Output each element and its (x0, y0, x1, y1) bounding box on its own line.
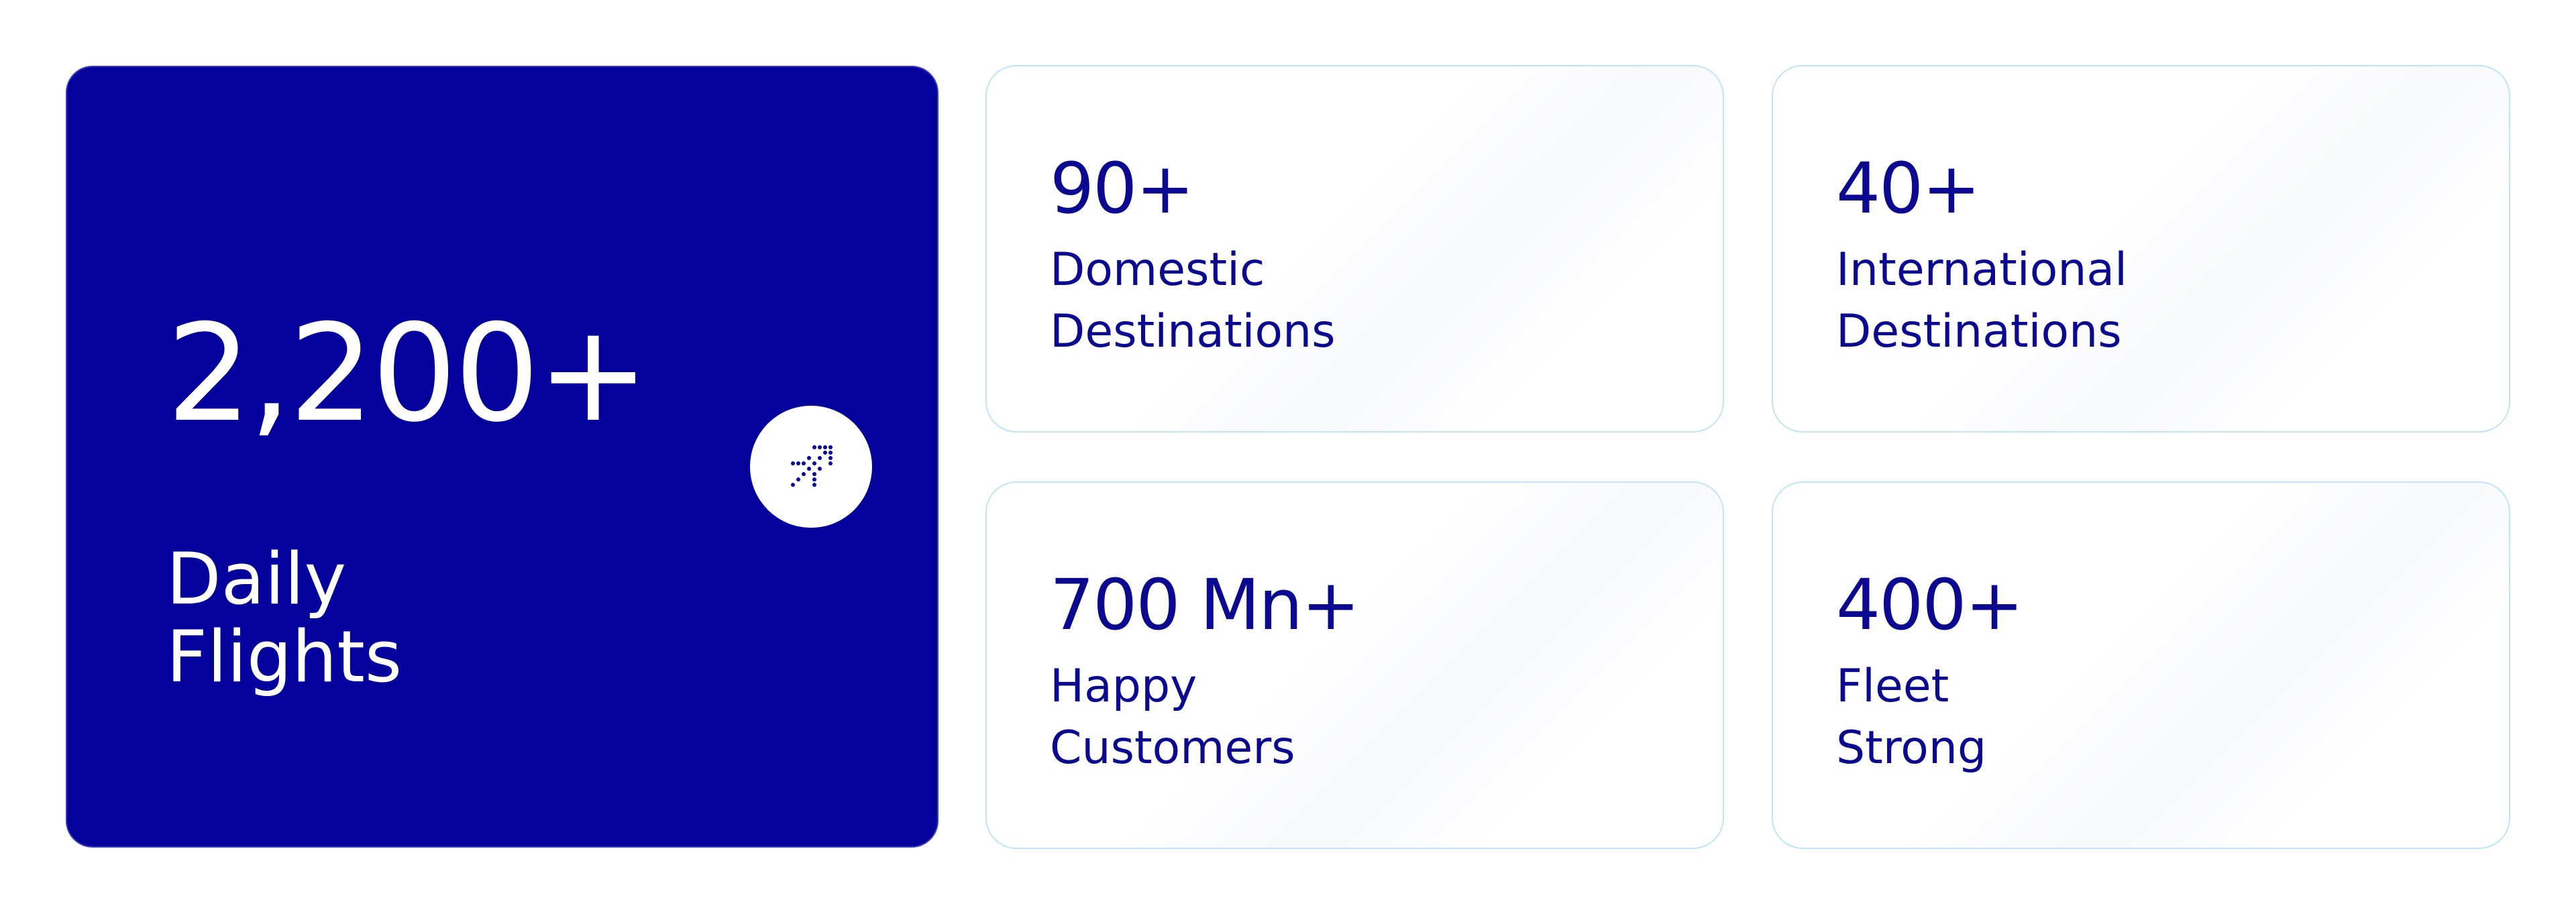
daily-flights-label-line1: Daily (166, 538, 347, 620)
stat-label-line1: International (1836, 243, 2127, 296)
daily-flights-value: 2,200+ (166, 296, 649, 452)
stat-label-line2: Destinations (1836, 305, 2122, 358)
stat-label-line1: Happy (1050, 660, 1197, 713)
stat-label-line2: Strong (1836, 722, 1987, 775)
happy-customers-label: Happy Customers (1050, 656, 1295, 779)
international-destinations-value: 40+ (1836, 148, 1980, 229)
stat-label-line1: Fleet (1836, 660, 1949, 713)
stat-label-line2: Destinations (1050, 305, 1336, 358)
stat-label-line2: Customers (1050, 722, 1295, 775)
stats-section: 2,200+ Daily Flights 90+ Domestic Destin… (0, 0, 2576, 914)
fleet-strong-value: 400+ (1836, 564, 2024, 646)
fleet-strong-card: 400+ Fleet Strong (1772, 481, 2510, 849)
domestic-destinations-value: 90+ (1050, 148, 1194, 229)
plane-takeoff-icon (791, 445, 833, 487)
daily-flights-label-line2: Flights (166, 616, 402, 698)
international-destinations-label: International Destinations (1836, 239, 2127, 363)
daily-flights-label: Daily Flights (166, 540, 402, 696)
happy-customers-value: 700 Mn+ (1050, 564, 1360, 646)
daily-flights-card: 2,200+ Daily Flights (66, 66, 938, 848)
domestic-destinations-label: Domestic Destinations (1050, 239, 1336, 363)
plane-badge (750, 406, 872, 528)
fleet-strong-label: Fleet Strong (1836, 656, 1986, 779)
happy-customers-card: 700 Mn+ Happy Customers (985, 481, 1724, 849)
stat-label-line1: Domestic (1050, 243, 1265, 296)
domestic-destinations-card: 90+ Domestic Destinations (985, 65, 1724, 433)
international-destinations-card: 40+ International Destinations (1772, 65, 2510, 433)
